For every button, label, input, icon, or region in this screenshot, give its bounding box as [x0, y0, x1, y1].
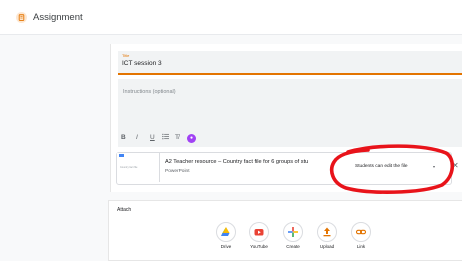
- attachment-type: PowerPoint: [165, 169, 190, 174]
- create-button[interactable]: Create: [276, 222, 310, 256]
- sharing-permission-select[interactable]: Students can edit the file ▾: [349, 154, 441, 181]
- special-tool-icon[interactable]: ●: [187, 134, 196, 143]
- drive-icon: [216, 222, 236, 242]
- upload-label: Upload: [319, 244, 335, 249]
- clear-formatting-button[interactable]: T̸: [175, 134, 179, 141]
- italic-button[interactable]: I: [136, 134, 138, 141]
- attach-heading: Attach: [117, 207, 132, 213]
- link-icon: [351, 222, 371, 242]
- title-field-label: Title: [122, 53, 130, 58]
- youtube-icon: [249, 222, 269, 242]
- assignment-icon: [16, 12, 27, 23]
- chevron-down-icon: ▾: [433, 164, 436, 169]
- title-field-value[interactable]: ICT session 3: [122, 60, 162, 67]
- close-icon[interactable]: ✕: [452, 161, 459, 170]
- instructions-placeholder: Instructions (optional): [123, 89, 176, 95]
- bold-button[interactable]: B: [121, 134, 126, 141]
- bulleted-list-icon[interactable]: [162, 133, 169, 140]
- page-title: Assignment: [33, 12, 83, 23]
- drive-label: Drive: [220, 244, 232, 249]
- slides-badge-icon: [119, 154, 124, 157]
- underline-button[interactable]: U: [150, 134, 155, 141]
- youtube-button[interactable]: YouTube: [242, 222, 276, 256]
- upload-button[interactable]: Upload: [310, 222, 344, 256]
- instructions-field[interactable]: Instructions (optional): [118, 79, 462, 147]
- top-bar: Assignment: [0, 0, 462, 34]
- youtube-label: YouTube: [250, 244, 268, 249]
- drive-button[interactable]: Drive: [209, 222, 243, 256]
- link-button[interactable]: Link: [344, 222, 378, 256]
- create-label: Create: [286, 244, 300, 249]
- attachment-card[interactable]: Country fact file A2 Teacher resource – …: [116, 152, 452, 185]
- sharing-permission-value: Students can edit the file: [355, 164, 408, 169]
- header-divider: [0, 34, 462, 35]
- plus-icon: [283, 222, 303, 242]
- upload-icon: [317, 222, 337, 242]
- thumbnail-caption: Country fact file: [120, 166, 138, 169]
- link-label: Link: [356, 244, 366, 249]
- attachment-thumbnail[interactable]: Country fact file: [117, 153, 160, 182]
- attachment-title[interactable]: A2 Teacher resource – Country fact file …: [165, 159, 345, 165]
- title-field[interactable]: Title ICT session 3: [118, 51, 462, 75]
